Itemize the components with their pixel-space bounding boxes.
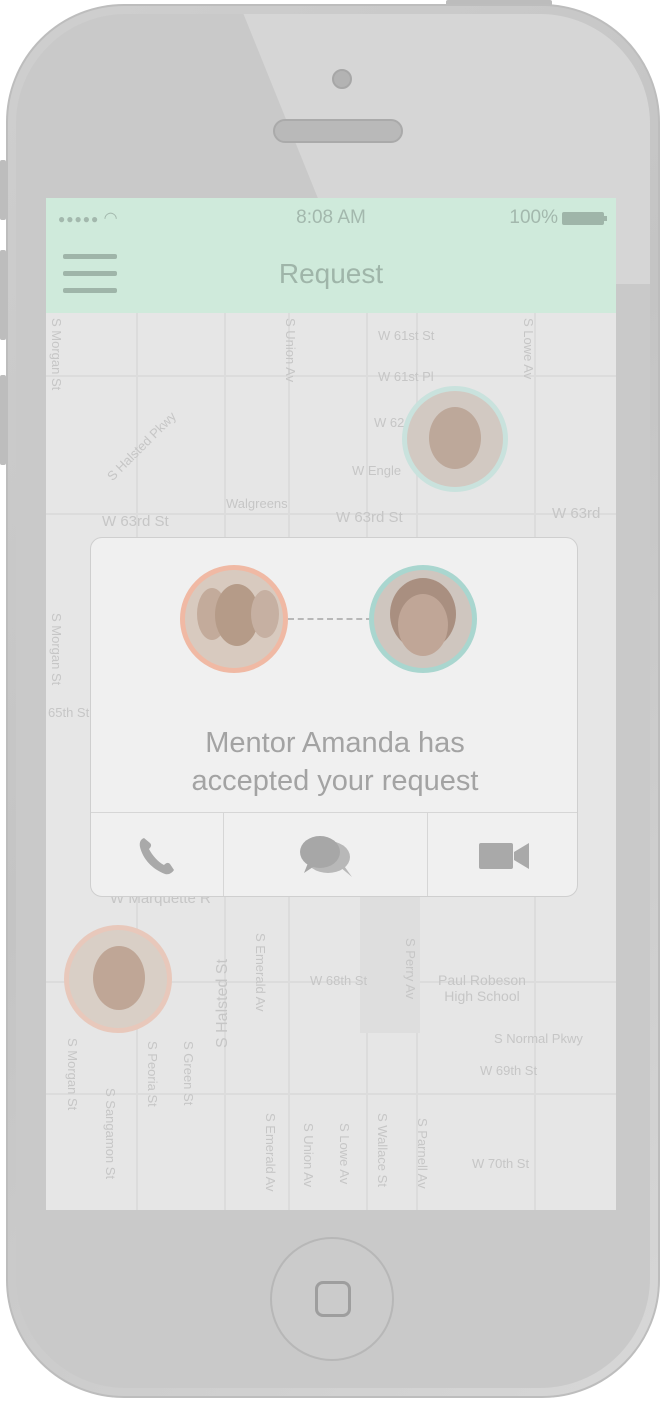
map-label: W 63rd St [102, 513, 169, 530]
request-accepted-dialog: Mentor Amanda has accepted your request [90, 537, 578, 897]
map-label: Walgreens [226, 496, 288, 511]
video-call-button[interactable] [427, 813, 577, 896]
call-button[interactable] [91, 813, 223, 896]
map-label: S Emerald Av [263, 1113, 278, 1192]
map-label: S Morgan St [49, 318, 64, 391]
map-label: W 62 [374, 415, 405, 430]
video-camera-icon [478, 843, 529, 869]
map-label: S Normal Pkwy [494, 1031, 583, 1046]
mentee-face [93, 946, 145, 1010]
home-button[interactable] [270, 1237, 394, 1361]
mentee-map-pin[interactable] [64, 925, 172, 1033]
map-label: S Green St [181, 1041, 196, 1106]
map-label: Paul Robeson High School [438, 972, 526, 1004]
map-label: W 69th St [480, 1063, 538, 1078]
map-label: S Lowe Av [337, 1123, 352, 1185]
map-label: S Halsted Pkwy [104, 408, 179, 484]
mentor-avatar [369, 565, 477, 673]
map-label: 65th St [48, 705, 90, 720]
map-label: S Peoria St [145, 1041, 160, 1107]
page-title: Request [278, 258, 384, 289]
status-bar: ●●●●● ◠ 8:08 AM 100% [46, 198, 616, 238]
map-label: W 63rd [552, 505, 601, 522]
map-label: S Sangamon St [103, 1088, 118, 1180]
connection-line [288, 618, 372, 620]
contact-actions [91, 812, 577, 896]
map-label: W 61st St [378, 328, 435, 343]
map-label: S Halsted St [214, 959, 231, 1048]
acceptance-message: Mentor Amanda has accepted your request [191, 727, 479, 797]
map-label: S Morgan St [49, 613, 64, 686]
map-label: S Union Av [301, 1123, 316, 1188]
battery-icon [562, 212, 607, 225]
map-label: S Union Av [283, 318, 298, 383]
chat-bubbles-icon [299, 836, 352, 877]
mentee-avatar [180, 565, 288, 673]
map-label: S Parnell Av [415, 1118, 430, 1189]
message-button[interactable] [223, 813, 427, 896]
map-label: W 61st Pl [378, 369, 434, 384]
mentor-face [429, 407, 481, 469]
earpiece-speaker [273, 119, 403, 143]
map-label: S Emerald Av [253, 933, 268, 1012]
home-square-icon [315, 1281, 351, 1317]
map-label: W 68th St [310, 973, 368, 988]
phone-icon [139, 838, 174, 875]
map-label: W Engle [352, 463, 402, 478]
map-label: W 70th St [472, 1156, 530, 1171]
map-label: S Morgan St [65, 1038, 80, 1111]
nav-bar: Request [46, 238, 616, 313]
map-label: S Wallace St [375, 1113, 390, 1187]
mentor-map-pin[interactable] [402, 386, 508, 492]
map-label: W 63rd St [336, 509, 403, 526]
battery-percent: 100% [509, 207, 558, 228]
front-camera [332, 69, 352, 89]
map-label: S Perry Av [403, 938, 418, 1000]
app-screen: W 61st St W 61st Pl W 62 W Engle Walgree… [46, 198, 616, 1210]
map-label: S Lowe Av [521, 318, 536, 380]
